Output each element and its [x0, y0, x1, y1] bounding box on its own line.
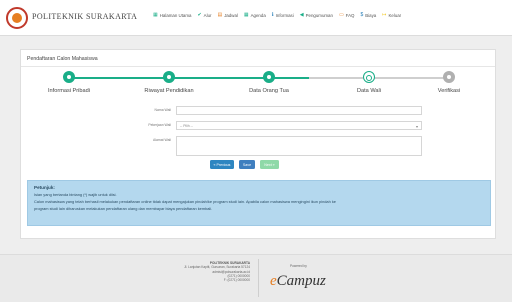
brand-name[interactable]: POLITEKNIK SURAKARTA	[32, 12, 137, 21]
nav-label: Biaya	[365, 13, 377, 18]
wizard-step-verifikasi[interactable]: Verifikasi	[409, 71, 489, 94]
logout-icon: ↦	[382, 12, 387, 18]
pekerjaan-wali-value: -- Pilih --	[180, 124, 193, 128]
pekerjaan-wali-select[interactable]: -- Pilih -- ▾	[176, 121, 422, 130]
nav-label: Informasi	[275, 13, 294, 18]
home-icon: ▦	[153, 12, 158, 18]
logo-icon[interactable]	[6, 7, 28, 29]
chevron-down-icon: ▾	[415, 124, 418, 129]
nav-item-pengumuman[interactable]: ◀ Pengumuman	[299, 12, 333, 19]
alamat-wali-textarea[interactable]	[176, 136, 422, 156]
step-indicator-icon	[63, 71, 75, 83]
step-label: Verifikasi	[437, 88, 461, 94]
info-icon: ℹ	[271, 12, 274, 18]
nav-item-biaya[interactable]: $ Biaya	[360, 12, 377, 19]
footer-contact: POLITEKNIK SURAKARTA Jl. Lanjutan Kaptit…	[150, 261, 250, 283]
save-button[interactable]: Save	[239, 160, 255, 169]
footer-divider	[258, 259, 259, 297]
previous-button[interactable]: « Previous	[210, 160, 234, 169]
nav-item-keluar[interactable]: ↦ Keluar	[382, 12, 402, 19]
logo-prefix: e	[270, 273, 277, 289]
step-indicator-icon	[163, 71, 175, 83]
ecampuz-logo[interactable]: eCampuz	[270, 273, 326, 290]
step-label: Informasi Pribadi	[48, 88, 90, 94]
logo-name: Campuz	[276, 273, 326, 289]
nav-label: Pengumuman	[305, 13, 333, 18]
nav-item-alur[interactable]: ✔ Alur	[197, 12, 212, 19]
wizard-step-data-wali[interactable]: Data Wali	[329, 71, 409, 94]
calendar-icon: ▤	[217, 12, 223, 18]
nav-item-halaman-utama[interactable]: ▦ Halaman Utama	[153, 12, 192, 19]
nav-label: Jadwal	[224, 13, 238, 18]
powered-by-label: Powered by	[290, 264, 307, 268]
agenda-icon: ▦	[243, 12, 249, 18]
step-indicator-icon	[263, 71, 275, 83]
alamat-wali-label: Alamat Wali	[153, 138, 171, 142]
step-label: Data Orang Tua	[249, 88, 289, 94]
alert-line-3: program studi lain diharuskan melakukan …	[34, 206, 213, 212]
alert-line-1: Isian yang bertanda bintang (*) wajib un…	[34, 191, 117, 197]
step-label: Riwayat Pendidikan	[144, 88, 194, 94]
nav-item-informasi[interactable]: ℹ Informasi	[271, 12, 294, 19]
nama-wali-label: Nama Wali	[154, 108, 171, 112]
step-label: Data Wali	[356, 88, 382, 94]
panel-title: Pendaftaran Calon Mahasiswa	[27, 56, 98, 62]
nav-label: Keluar	[388, 13, 402, 18]
nav-item-faq[interactable]: ▭ FAQ	[338, 12, 355, 19]
nav-item-jadwal[interactable]: ▤ Jadwal	[217, 12, 238, 19]
wizard-step-data-orang-tua[interactable]: Data Orang Tua	[229, 71, 309, 94]
info-alert: Petunjuk: Isian yang bertanda bintang (*…	[27, 180, 491, 226]
currency-icon: $	[360, 12, 364, 18]
registration-panel: Pendaftaran Calon Mahasiswa Informasi Pr…	[20, 49, 496, 239]
next-button[interactable]: Next »	[260, 160, 279, 169]
divider	[21, 66, 495, 67]
top-navbar: POLITEKNIK SURAKARTA ▦ Halaman Utama ✔ Alur…	[0, 0, 512, 36]
wizard-step-informasi-pribadi[interactable]: Informasi Pribadi	[29, 71, 109, 94]
nav-label: Alur	[203, 13, 212, 18]
main-nav: ▦ Halaman Utama ✔ Alur ▤ Jadwal ▦ Agenda ℹ Inform…	[153, 12, 402, 19]
step-indicator-icon	[443, 71, 455, 83]
alert-line-2: Calon mahasiswa yang telah berhasil mela…	[34, 198, 336, 204]
step-indicator-icon	[363, 71, 375, 83]
nav-item-agenda[interactable]: ▦ Agenda	[243, 12, 266, 19]
pekerjaan-wali-label: Pekerjaan Wali	[148, 123, 171, 127]
wizard-step-riwayat-pendidikan[interactable]: Riwayat Pendidikan	[129, 71, 209, 94]
nav-label: FAQ	[345, 13, 355, 18]
announcement-icon: ◀	[299, 12, 304, 18]
footer-fax: F: (0271) 0000000	[223, 278, 250, 283]
nama-wali-input[interactable]	[176, 106, 422, 115]
nav-label: Agenda	[250, 13, 266, 18]
nav-label: Halaman Utama	[159, 13, 192, 18]
check-icon: ✔	[197, 12, 202, 18]
alert-title: Petunjuk:	[34, 185, 55, 190]
faq-icon: ▭	[338, 12, 344, 18]
footer: POLITEKNIK SURAKARTA Jl. Lanjutan Kaptit…	[0, 254, 512, 302]
